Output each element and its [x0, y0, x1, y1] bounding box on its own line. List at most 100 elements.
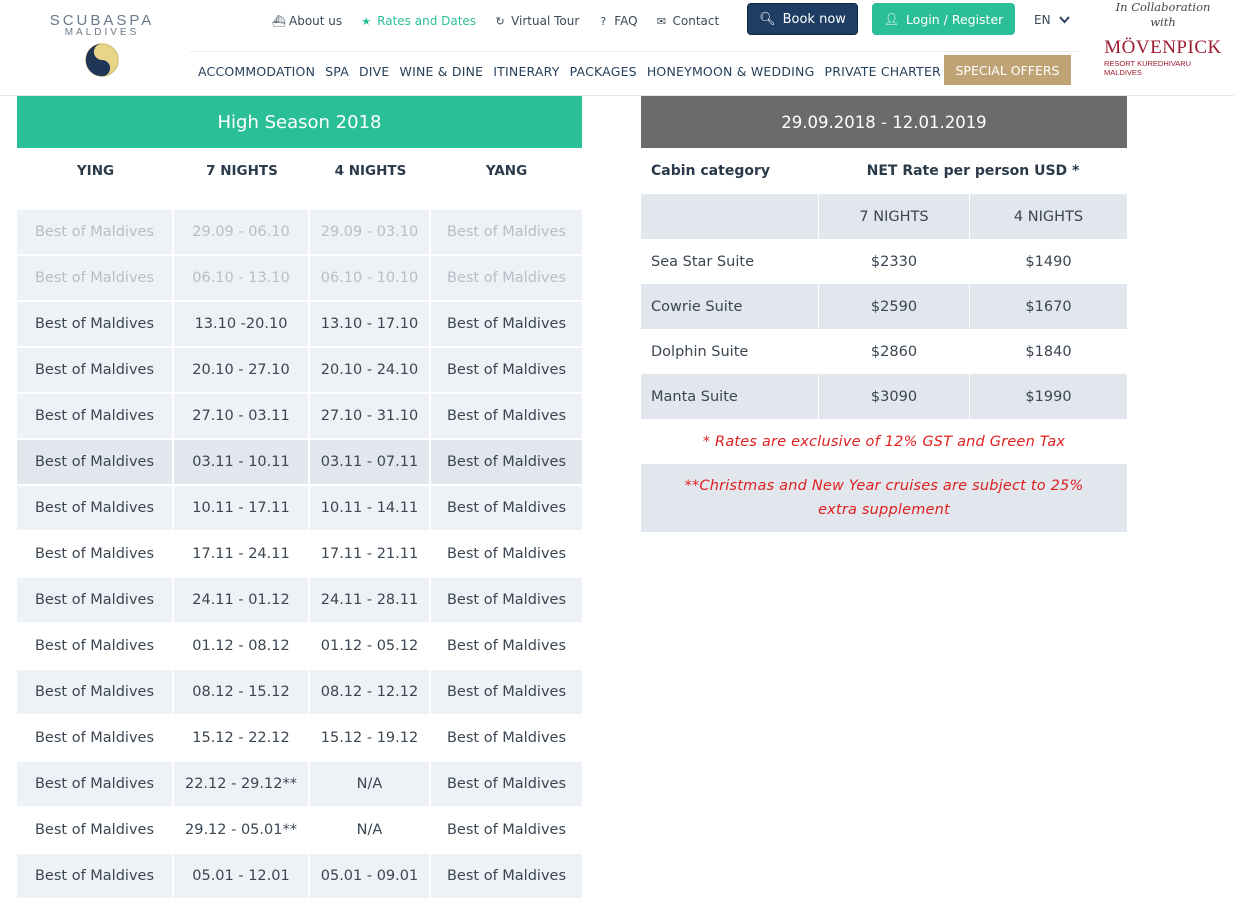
movenpick-collab-logo[interactable]: In Collaboration with MÖVENPICK RESORT K… [1098, 0, 1228, 96]
question-icon: ? [600, 14, 607, 28]
table-cell: Best of Maldives [431, 394, 582, 438]
top-link-label: About us [289, 14, 343, 28]
table-cell: Best of Maldives [431, 854, 582, 898]
nav-divider [190, 51, 1080, 52]
site-header: SCUBASPA MALDIVES ⛴ About us ★ Rates and Da… [0, 0, 1234, 96]
table-cell: Dolphin Suite [641, 329, 819, 374]
top-link-rates-and-dates[interactable]: ★ Rates and Dates [360, 14, 476, 28]
nav-item-itinerary[interactable]: ITINERARY [493, 64, 559, 79]
table-cell: Best of Maldives [17, 808, 174, 852]
site-logo[interactable]: SCUBASPA MALDIVES [28, 12, 176, 82]
table-row: Best of Maldives 22.12 - 29.12** N/A Best o… [17, 762, 582, 808]
table-cell: N/A [310, 762, 431, 806]
table-cell: 24.11 - 28.11 [310, 578, 431, 622]
nav-item-dive[interactable]: DIVE [359, 64, 390, 79]
table-cell: Best of Maldives [431, 302, 582, 346]
table-cell: Best of Maldives [17, 348, 174, 392]
star-icon: ★ [361, 14, 372, 28]
table-cell: Best of Maldives [446, 546, 567, 562]
table-cell: Best of Maldives [17, 716, 174, 760]
table-row: Best of Maldives 08.12 - 15.12 08.12 - 12.… [17, 670, 582, 716]
table-cell: Best of Maldives [17, 854, 174, 898]
envelope-icon: ✉ [656, 14, 667, 28]
table-cell: N/A [310, 808, 431, 852]
rate-table-title: 29.09.2018 - 12.01.2019 [641, 96, 1127, 148]
table-cell: 01.12 - 05.12 [310, 624, 431, 668]
tax-note: * Rates are exclusive of 12% GST and Gre… [702, 433, 1066, 450]
table-cell: 17.11 - 24.11 [174, 532, 310, 576]
table-cell: Manta Suite [641, 374, 819, 419]
nav-item-spa[interactable]: SPA [325, 64, 349, 79]
book-now-label: Book now [782, 11, 846, 27]
table-cell: Best of Maldives [431, 578, 582, 622]
table-cell: $2330 [819, 239, 970, 284]
net-rate-header: NET Rate per person USD * [866, 163, 1080, 179]
rate-subheader-row: 7 NIGHTS 4 NIGHTS [641, 194, 1127, 239]
table-row: Best of Maldives 20.10 - 27.10 20.10 - 24.… [17, 348, 582, 394]
top-link-label: FAQ [614, 14, 638, 28]
nav-item-packages[interactable]: PACKAGES [570, 64, 637, 79]
column-header: YANG [485, 163, 528, 179]
table-cell: Best of Maldives [431, 670, 582, 714]
table-cell: 27.10 - 31.10 [310, 394, 431, 438]
table-cell: 24.11 - 01.12 [174, 578, 310, 622]
table-cell: 17.11 - 21.11 [310, 532, 431, 576]
table-cell: Best of Maldives [17, 670, 174, 714]
table-cell: 10.11 - 17.11 [174, 486, 310, 530]
table-cell: $2860 [819, 329, 970, 374]
rate-row: Sea Star Suite $2330 $1490 [641, 239, 1127, 284]
table-cell: 13.10 - 17.10 [310, 302, 431, 346]
rate-table-body: Sea Star Suite $2330 $1490 Cowrie Suite $259… [641, 239, 1127, 419]
user-icon: 👤︎ [883, 12, 899, 26]
table-cell [641, 194, 819, 239]
nav-item-honeymoon-wedding[interactable]: HONEYMOON & WEDDING [647, 64, 815, 79]
top-link-contact[interactable]: ✉ Contact [656, 14, 720, 28]
yin-yang-icon [85, 43, 119, 77]
nav-item-accommodation[interactable]: ACCOMMODATION [198, 64, 315, 79]
login-register-button[interactable]: 👤︎ Login / Register [872, 3, 1015, 35]
table-cell: 08.12 - 15.12 [174, 670, 310, 714]
table-cell: 10.11 - 14.11 [310, 486, 431, 530]
table-cell: 20.10 - 24.10 [310, 348, 431, 392]
table-row: Best of Maldives 17.11 - 24.11 17.11 - 21.… [17, 532, 582, 578]
search-icon: 🔍︎ [759, 11, 776, 27]
table-cell: 05.01 - 09.01 [310, 854, 431, 898]
top-link-about-us[interactable]: ⛴ About us [272, 14, 342, 28]
column-header: 4 NIGHTS [334, 163, 407, 179]
book-now-button[interactable]: 🔍︎ Book now [747, 3, 858, 35]
table-row: Best of Maldives 29.12 - 05.01** N/A Best o… [17, 808, 582, 854]
rate-table-header: Cabin category NET Rate per person USD * [641, 148, 1127, 194]
season-table-headers: YING 7 NIGHTS 4 NIGHTS YANG [17, 148, 582, 194]
season-table-title: High Season 2018 [17, 96, 582, 148]
top-link-virtual-tour[interactable]: ↻ Virtual Tour [494, 14, 579, 28]
language-selector[interactable]: EN [1034, 13, 1070, 27]
rate-row: Dolphin Suite $2860 $1840 [641, 329, 1127, 374]
chevron-down-icon [1058, 16, 1070, 24]
table-cell: Best of Maldives [17, 302, 174, 346]
table-cell: Best of Maldives [446, 638, 567, 654]
special-offers-button[interactable]: SPECIAL OFFERS [944, 55, 1071, 85]
table-row: Best of Maldives 01.12 - 08.12 01.12 - 05.… [17, 624, 582, 670]
table-cell: $2590 [819, 284, 970, 329]
table-cell: $1490 [1025, 253, 1072, 270]
table-cell: Best of Maldives [17, 762, 174, 806]
table-cell: 29.09 - 06.10 [174, 210, 310, 254]
top-link-label: Rates and Dates [377, 14, 477, 28]
table-row: Best of Maldives 06.10 - 13.10 06.10 - 10.… [17, 256, 582, 302]
top-link-faq[interactable]: ? FAQ [597, 14, 637, 28]
column-header: YING [76, 163, 115, 179]
nav-item-private-charter[interactable]: PRIVATE CHARTER [825, 64, 941, 79]
top-link-label: Virtual Tour [511, 14, 580, 28]
refresh-icon: ↻ [495, 14, 505, 28]
season-table-body: Best of Maldives 29.09 - 06.10 29.09 - 03.… [17, 210, 582, 900]
table-cell: Best of Maldives [17, 394, 174, 438]
collab-line1: In Collaboration [1115, 0, 1211, 14]
nav-item-wine-dine[interactable]: WINE & DINE [400, 64, 484, 79]
table-cell: 03.11 - 07.11 [310, 440, 431, 484]
table-cell: 05.01 - 12.01 [174, 854, 310, 898]
table-cell: Best of Maldives [17, 440, 174, 484]
table-cell: 15.12 - 19.12 [310, 716, 431, 760]
collab-line2: with [1150, 15, 1176, 29]
rate-row: Cowrie Suite $2590 $1670 [641, 284, 1127, 329]
top-link-label: Contact [672, 14, 720, 28]
